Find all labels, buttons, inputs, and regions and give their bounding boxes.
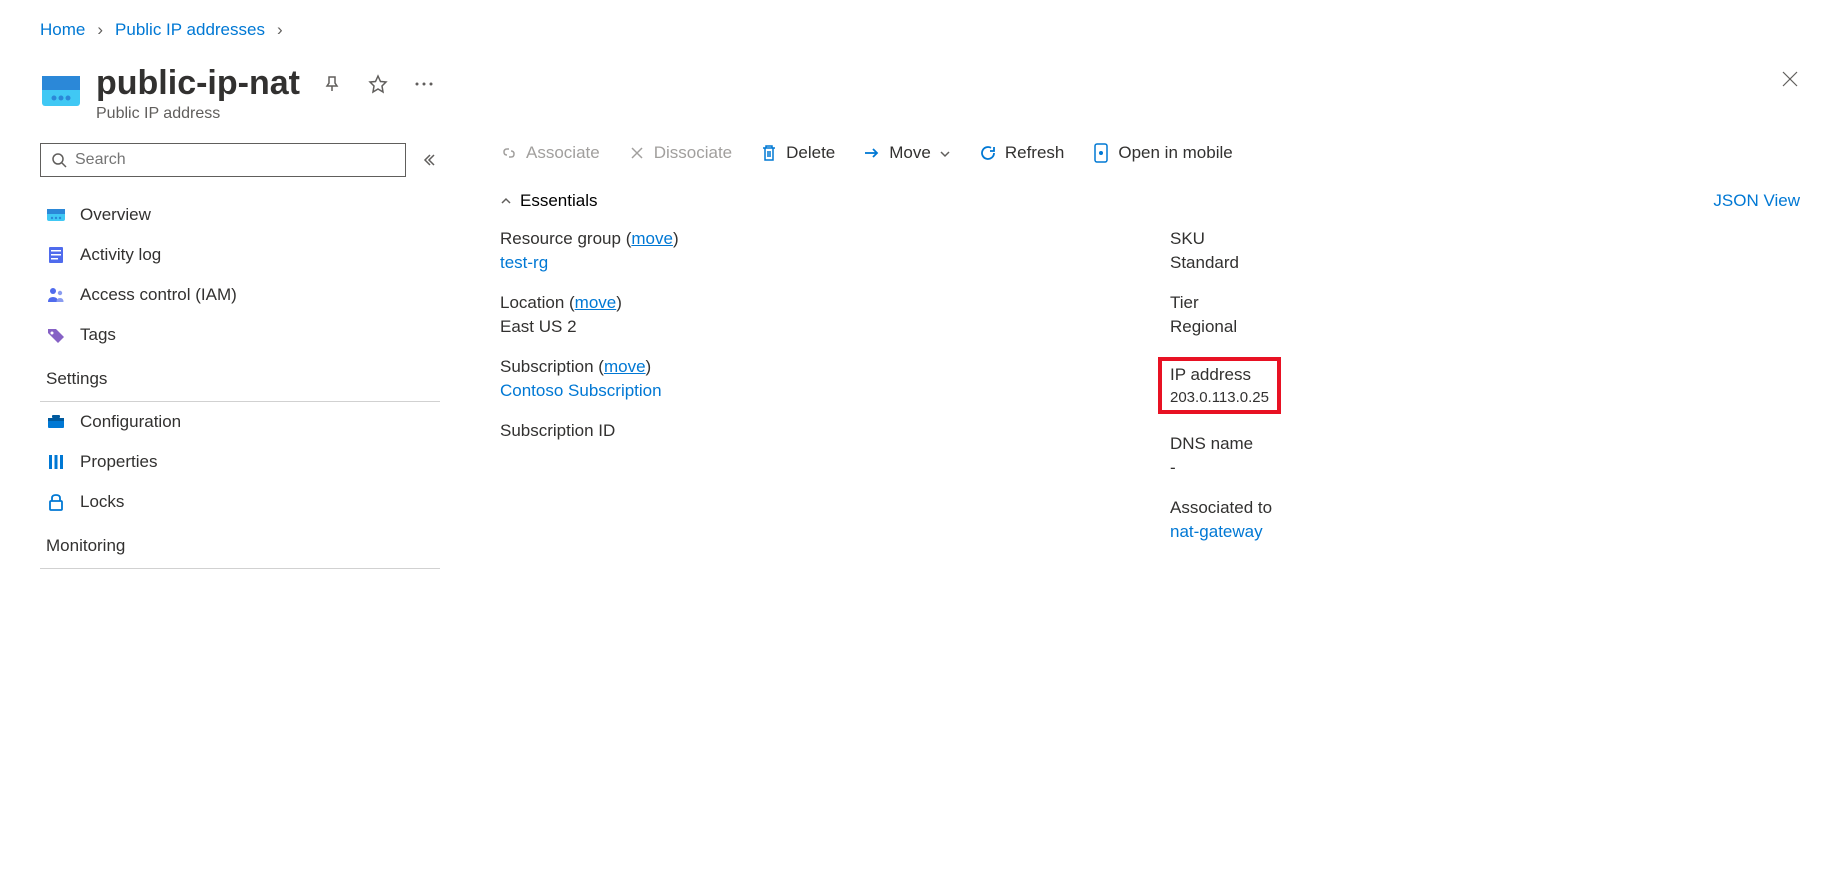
sidebar-item-configuration[interactable]: Configuration [40,402,440,442]
public-ip-icon [40,70,82,112]
sidebar-item-label: Overview [80,205,151,225]
mobile-icon [1092,144,1110,162]
chevron-right-icon: › [277,20,283,40]
essentials-resource-group: Resource group (move) test-rg [500,229,1130,273]
refresh-icon [979,144,997,162]
sidebar-section-monitoring: Monitoring [40,522,440,564]
essentials-dns-name: DNS name - [1170,434,1800,478]
properties-icon [46,452,66,472]
subscription-link[interactable]: Contoso Subscription [500,381,1130,401]
json-view-link[interactable]: JSON View [1713,191,1800,211]
associate-icon [500,144,518,162]
dissociate-icon [628,144,646,162]
ip-address-highlight: IP address 203.0.113.0.25 [1158,357,1281,414]
sidebar-item-overview[interactable]: Overview [40,195,440,235]
sidebar-item-label: Tags [80,325,116,345]
move-button[interactable]: Move [863,143,951,163]
essentials-tier: Tier Regional [1170,293,1800,337]
breadcrumb: Home › Public IP addresses › [40,20,1800,40]
essentials-subscription: Subscription (move) Contoso Subscription [500,357,1130,401]
associated-to-link[interactable]: nat-gateway [1170,522,1800,542]
breadcrumb-home[interactable]: Home [40,20,85,40]
tags-icon [46,325,66,345]
content: Associate Dissociate Delete Move [440,143,1800,569]
dissociate-button: Dissociate [628,143,732,163]
essentials-sku: SKU Standard [1170,229,1800,273]
sidebar-item-label: Configuration [80,412,181,432]
page-title: public-ip-nat [96,64,300,103]
page-subtitle: Public IP address [96,105,438,123]
essentials-associated-to: Associated to nat-gateway [1170,498,1800,542]
sidebar-item-tags[interactable]: Tags [40,315,440,355]
activity-log-icon [46,245,66,265]
sidebar-item-label: Access control (IAM) [80,285,237,305]
move-icon [863,144,881,162]
sidebar-item-access-control[interactable]: Access control (IAM) [40,275,440,315]
resource-group-link[interactable]: test-rg [500,253,1130,273]
essentials-grid: Resource group (move) test-rg Location (… [500,229,1800,542]
sidebar-item-activity-log[interactable]: Activity log [40,235,440,275]
search-icon [51,152,67,168]
associate-button: Associate [500,143,600,163]
more-button[interactable] [410,77,438,91]
essentials-subscription-id: Subscription ID [500,421,1130,445]
delete-button[interactable]: Delete [760,143,835,163]
chevron-down-icon [939,143,951,163]
move-subscription-link[interactable]: move [604,357,646,376]
close-button[interactable] [1780,64,1800,96]
sidebar-item-label: Properties [80,452,157,472]
essentials-location: Location (move) East US 2 [500,293,1130,337]
delete-icon [760,144,778,162]
sidebar-item-label: Locks [80,492,124,512]
move-location-link[interactable]: move [575,293,617,312]
overview-icon [46,205,66,225]
refresh-button[interactable]: Refresh [979,143,1065,163]
sidebar-item-properties[interactable]: Properties [40,442,440,482]
essentials-ip-address: IP address 203.0.113.0.25 [1170,365,1269,406]
locks-icon [46,492,66,512]
page-header: public-ip-nat Public IP address [40,64,1800,123]
configuration-icon [46,412,66,432]
chevron-up-icon [500,197,512,205]
search-field[interactable] [75,151,395,169]
favorite-button[interactable] [364,70,392,98]
access-control-icon [46,285,66,305]
sidebar-section-settings: Settings [40,355,440,397]
sidebar-item-locks[interactable]: Locks [40,482,440,522]
pin-button[interactable] [318,70,346,98]
divider [40,568,440,569]
toolbar: Associate Dissociate Delete Move [500,143,1800,163]
collapse-sidebar-button[interactable] [418,149,440,171]
open-mobile-button[interactable]: Open in mobile [1092,143,1232,163]
essentials-toggle[interactable]: Essentials [500,191,597,211]
move-resource-group-link[interactable]: move [631,229,673,248]
chevron-right-icon: › [97,20,103,40]
sidebar: Overview Activity log Access control (IA… [40,143,440,569]
breadcrumb-parent[interactable]: Public IP addresses [115,20,265,40]
sidebar-item-label: Activity log [80,245,161,265]
search-input[interactable] [40,143,406,177]
